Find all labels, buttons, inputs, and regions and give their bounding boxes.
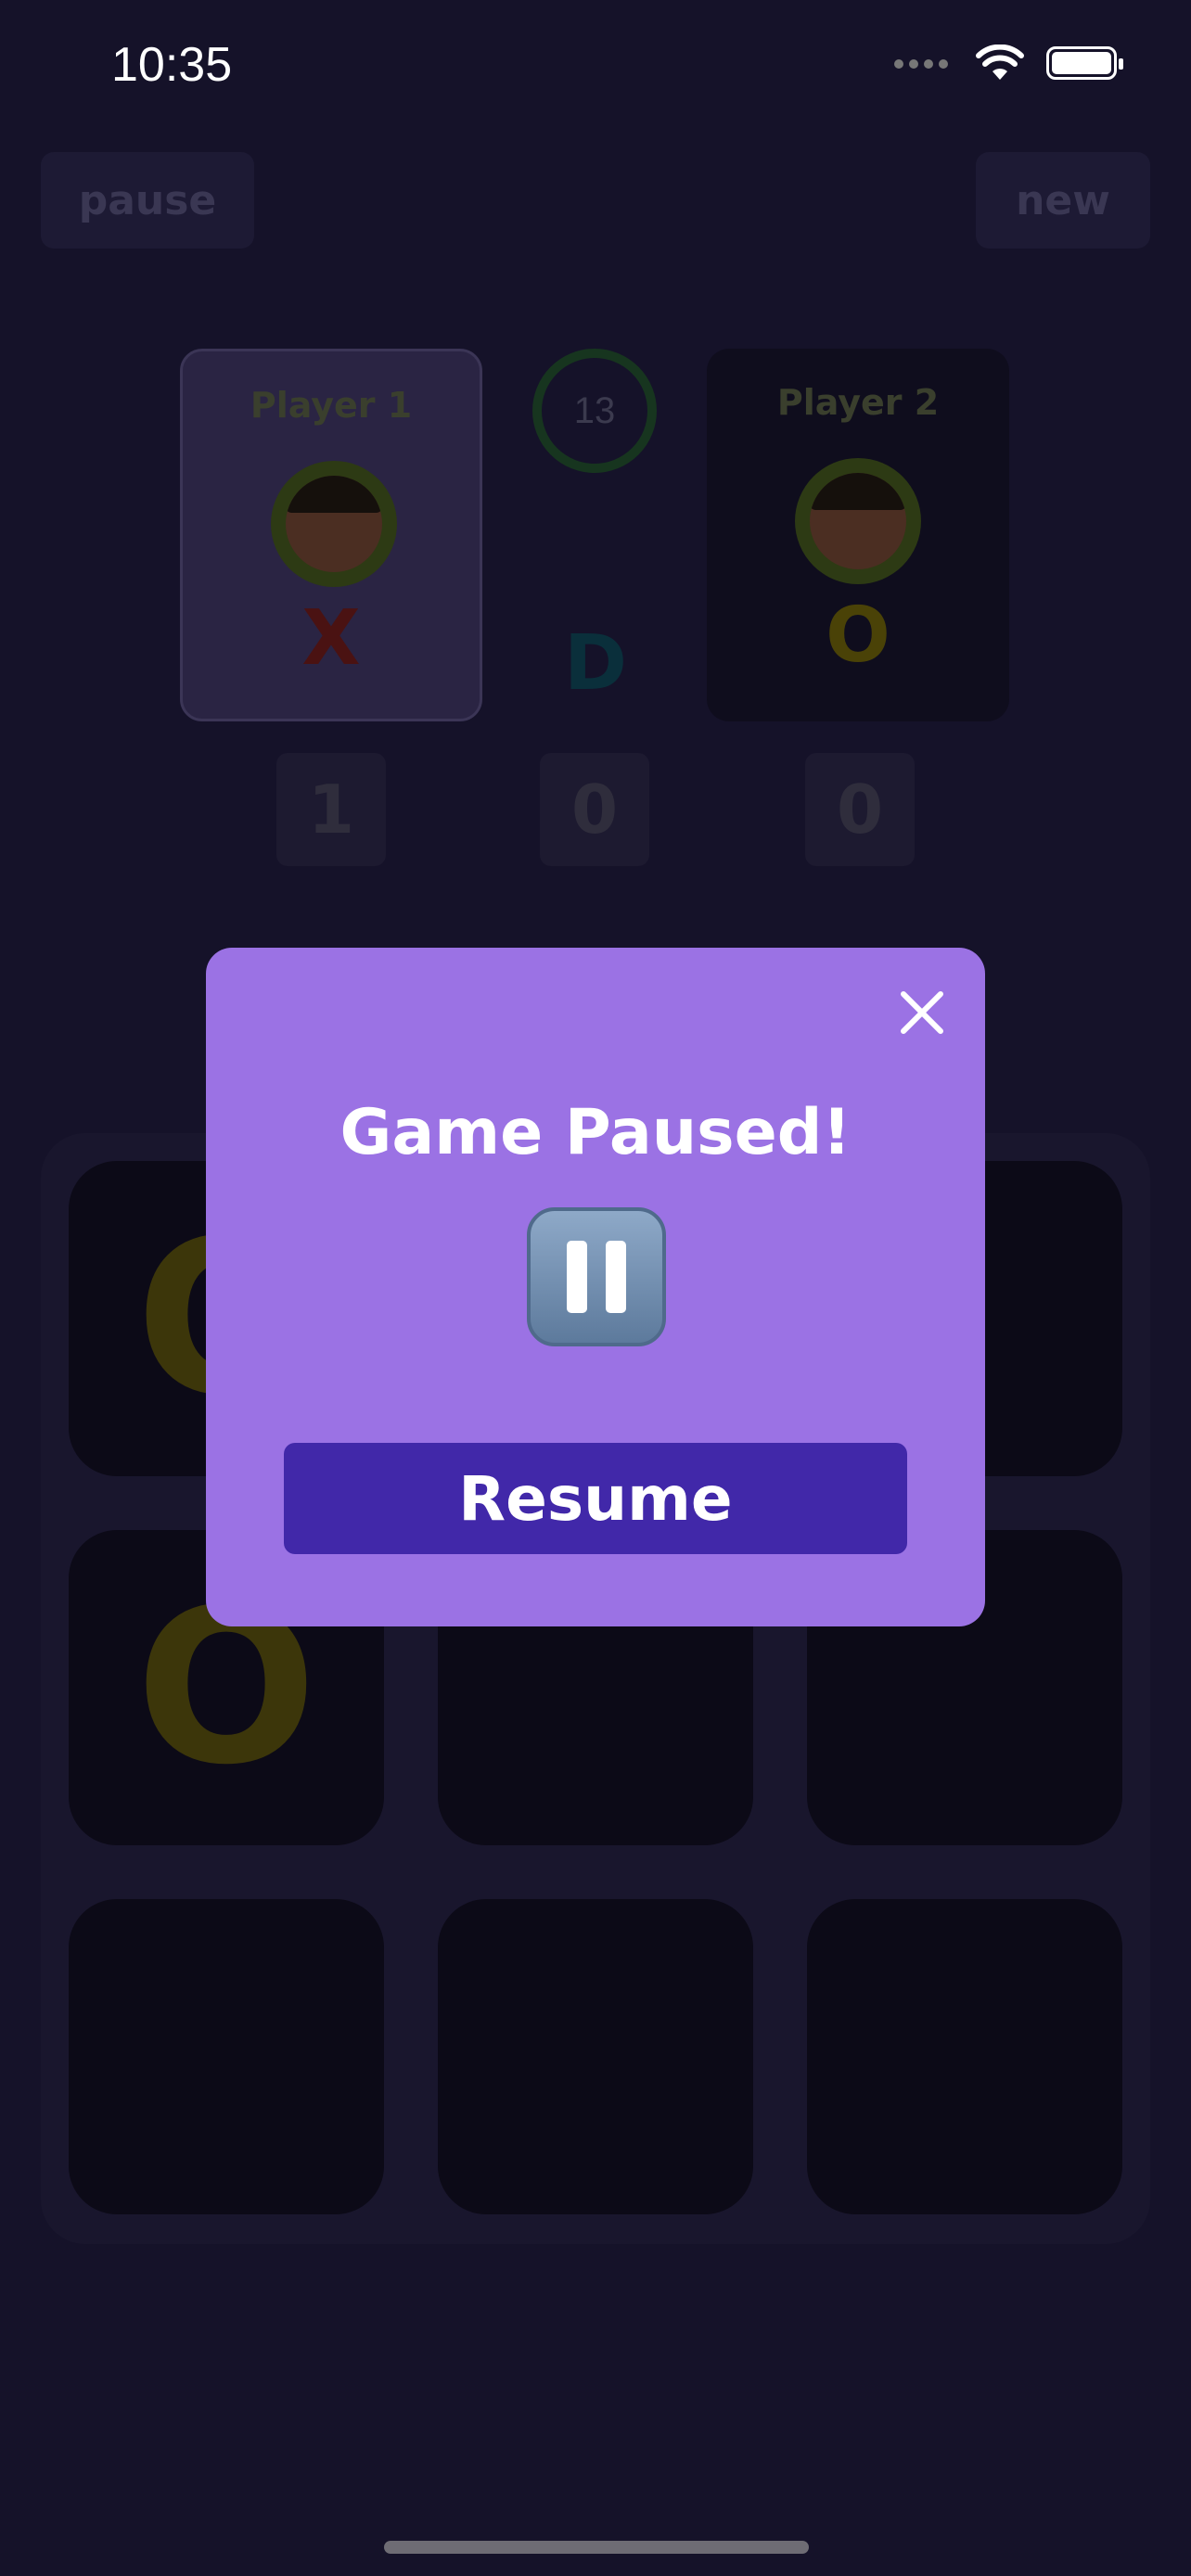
resume-button[interactable]: Resume bbox=[284, 1443, 907, 1554]
player2-score: 0 bbox=[805, 753, 915, 866]
battery-icon bbox=[1046, 46, 1123, 80]
turn-timer: 13 bbox=[532, 349, 657, 473]
board-cell[interactable] bbox=[438, 1899, 753, 2214]
board-cell[interactable] bbox=[69, 1899, 384, 2214]
dialog-title: Game Paused! bbox=[339, 1096, 852, 1169]
close-icon[interactable] bbox=[896, 987, 948, 1039]
draw-symbol: D bbox=[563, 619, 628, 708]
player2-name: Player 2 bbox=[776, 382, 940, 423]
player1-symbol: X bbox=[301, 594, 361, 682]
status-time: 10:35 bbox=[111, 38, 233, 92]
player2-symbol: O bbox=[826, 592, 890, 680]
player1-card: Player 1 X bbox=[180, 349, 482, 721]
draw-score: 0 bbox=[540, 753, 649, 866]
new-game-button[interactable]: new bbox=[976, 152, 1150, 249]
player1-score: 1 bbox=[276, 753, 386, 866]
status-icons bbox=[894, 45, 1123, 82]
signal-icon bbox=[894, 55, 954, 72]
board-cell[interactable] bbox=[807, 1899, 1122, 2214]
pause-icon bbox=[527, 1207, 666, 1346]
pause-dialog: Game Paused! Resume bbox=[206, 948, 985, 1626]
home-indicator bbox=[384, 2541, 809, 2554]
player2-avatar bbox=[795, 458, 921, 584]
player1-name: Player 1 bbox=[250, 385, 413, 426]
player2-card: Player 2 O bbox=[707, 349, 1009, 721]
player1-avatar bbox=[271, 461, 397, 587]
pause-button[interactable]: pause bbox=[41, 152, 254, 249]
wifi-icon bbox=[976, 45, 1024, 80]
